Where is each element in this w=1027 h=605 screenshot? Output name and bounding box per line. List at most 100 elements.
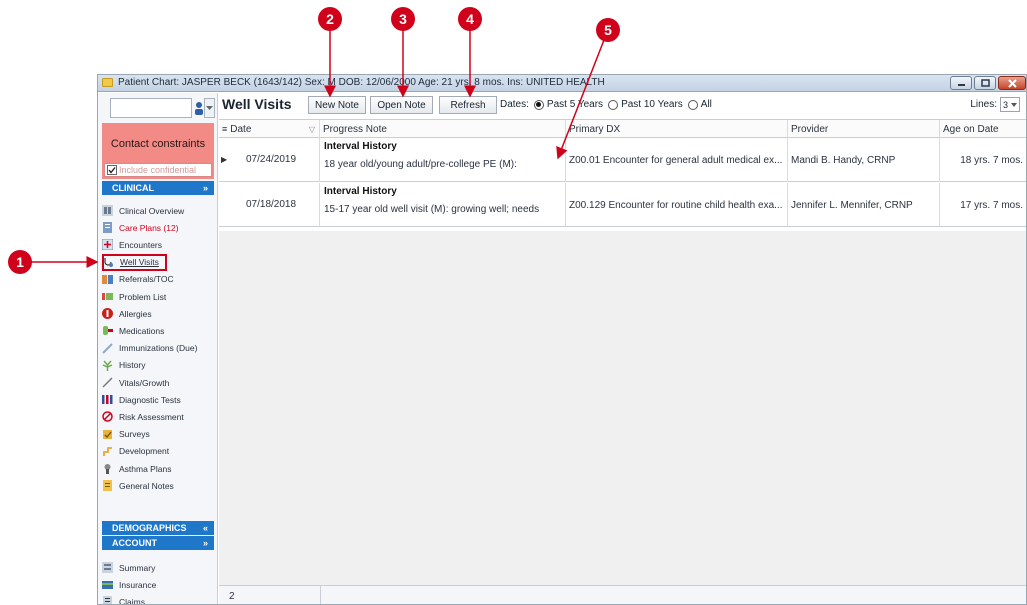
sidebar-item-diagnostic-tests[interactable]: Diagnostic Tests [102,392,214,407]
refresh-button[interactable]: Refresh [439,96,497,114]
sidebar-item-allergies[interactable]: Allergies [102,306,214,321]
sidebar-item-label: Diagnostic Tests [119,394,181,405]
history-icon [102,360,113,371]
sidebar-item-label: Referrals/TOC [119,274,174,285]
asthma-icon [102,463,113,474]
patient-search-input[interactable] [110,98,192,118]
sidebar-item-referrals-toc[interactable]: Referrals/TOC [102,272,214,287]
cell-age: 17 yrs. 7 mos. [939,183,1026,227]
sidebar-item-general-notes[interactable]: General Notes [102,478,214,493]
sidebar-item-label: History [119,360,146,371]
sidebar-item-label: Risk Assessment [119,411,184,422]
allergy-icon [102,308,113,320]
table-row[interactable]: ▶ 07/24/2019 Interval History 18 year ol… [219,138,1026,182]
radio-past-10-years[interactable] [608,99,619,110]
sidebar-item-label: Problem List [119,291,167,302]
sidebar-item-medications[interactable]: Medications [102,323,214,338]
well-visits-toolbar: Well Visits New Note Open Note Refresh D… [219,93,1026,117]
callout-3: 3 [391,7,415,31]
sidebar-item-label: Care Plans (12) [119,222,179,233]
close-icon [1007,78,1017,88]
notes-icon [102,480,113,492]
sidebar-item-asthma-plans[interactable]: Asthma Plans [102,461,214,476]
problem-list-icon [102,291,113,302]
search-dropdown-button[interactable] [204,98,215,118]
sidebar-item-problem-list[interactable]: Problem List [102,289,214,304]
collapse-icon: » [202,183,208,193]
care-plan-icon [102,222,113,234]
contact-constraints-label: Contact constraints [110,138,206,150]
column-progress-note[interactable]: Progress Note [319,120,565,138]
column-age-on-date[interactable]: Age on Date [939,120,1026,138]
sidebar-item-label: Asthma Plans [119,463,172,474]
person-icon[interactable] [194,99,204,117]
section-demographics[interactable]: DEMOGRAPHICS « [102,521,214,535]
section-clinical[interactable]: CLINICAL » [102,181,214,195]
cell-date: 07/18/2018 [219,183,319,227]
sidebar-item-history[interactable]: History [102,358,214,373]
sidebar-item-risk-assessment[interactable]: Risk Assessment [102,409,214,424]
minimize-button[interactable] [950,76,972,90]
section-account[interactable]: ACCOUNT » [102,536,214,550]
sidebar-item-clinical-overview[interactable]: Clinical Overview [102,203,214,218]
lines-select[interactable]: 3 [1000,97,1020,112]
folder-icon [102,78,113,87]
open-note-button[interactable]: Open Note [370,96,433,114]
row-date: 07/24/2019 [246,154,297,165]
page-title: Well Visits [222,96,292,112]
overview-icon [102,205,113,216]
column-chooser-icon[interactable]: ≡ [222,124,227,134]
radio-all[interactable] [687,99,698,110]
patient-chart-window: Patient Chart: JASPER BECK (1643/142) Se… [97,74,1027,605]
all-label[interactable]: All [701,99,712,110]
sidebar-item-vitals-growth[interactable]: Vitals/Growth [102,375,214,390]
date-filter: Dates: Past 5 Years Past 10 Years All [500,99,712,110]
sidebar-item-label: Claims [119,596,145,605]
sidebar-item-claims[interactable]: Claims [102,594,214,605]
sidebar-item-label: Clinical Overview [119,205,185,216]
table-row[interactable]: 07/18/2018 Interval History 15-17 year o… [219,183,1026,227]
column-date[interactable]: ≡ Date ▽ [219,120,319,138]
development-icon [102,446,113,457]
dates-label: Dates: [500,99,529,110]
column-primary-dx[interactable]: Primary DX [565,120,787,138]
note-title: Interval History [324,141,397,152]
sidebar-item-well-visits[interactable]: Well Visits [102,253,167,271]
sidebar-item-insurance[interactable]: Insurance [102,577,214,592]
cell-primary-dx: Z00.129 Encounter for routine child heal… [565,183,787,227]
sidebar-item-immunizations-due[interactable]: Immunizations (Due) [102,341,214,356]
new-note-button[interactable]: New Note [308,96,366,114]
encounter-icon [102,239,113,251]
current-row-icon: ▶ [221,155,228,164]
sidebar-item-development[interactable]: Development [102,444,214,459]
lines-control: Lines: 3 [970,97,1020,112]
test-tubes-icon [102,394,113,405]
maximize-button[interactable] [974,76,996,90]
cell-primary-dx: Z00.01 Encounter for general adult medic… [565,138,787,182]
column-provider[interactable]: Provider [787,120,939,138]
past-10-years-label[interactable]: Past 10 Years [621,99,683,110]
syringe-icon [102,342,113,354]
sidebar-item-encounters[interactable]: Encounters [102,237,214,252]
record-count: 2 [225,586,321,604]
sidebar-item-summary[interactable]: Summary [102,560,214,575]
grid-empty-area [219,231,1026,586]
sidebar-item-label: Summary [119,562,156,573]
sidebar-item-care-plans-12[interactable]: Care Plans (12) [102,220,214,235]
cell-date: ▶ 07/24/2019 [219,138,319,182]
include-confidential-checkbox[interactable] [107,165,117,175]
chevron-down-icon [206,105,213,110]
sidebar-item-label: Development [119,446,170,457]
sidebar-item-surveys[interactable]: Surveys [102,427,214,442]
well-visits-grid: ≡ Date ▽ Progress Note Primary DX Provid… [219,119,1026,586]
radio-past-5-years[interactable] [533,99,544,110]
chevron-down-icon [1011,102,1017,107]
sort-icon: ▽ [308,124,315,134]
cell-progress-note: Interval History 18 year old/young adult… [319,138,565,182]
claims-icon [102,596,113,604]
row-date: 07/18/2018 [246,199,297,210]
past-5-years-label[interactable]: Past 5 Years [547,99,603,110]
section-demographics-label: DEMOGRAPHICS [112,523,187,533]
include-confidential-row[interactable]: Include confidential [104,163,212,177]
close-button[interactable] [998,76,1026,90]
